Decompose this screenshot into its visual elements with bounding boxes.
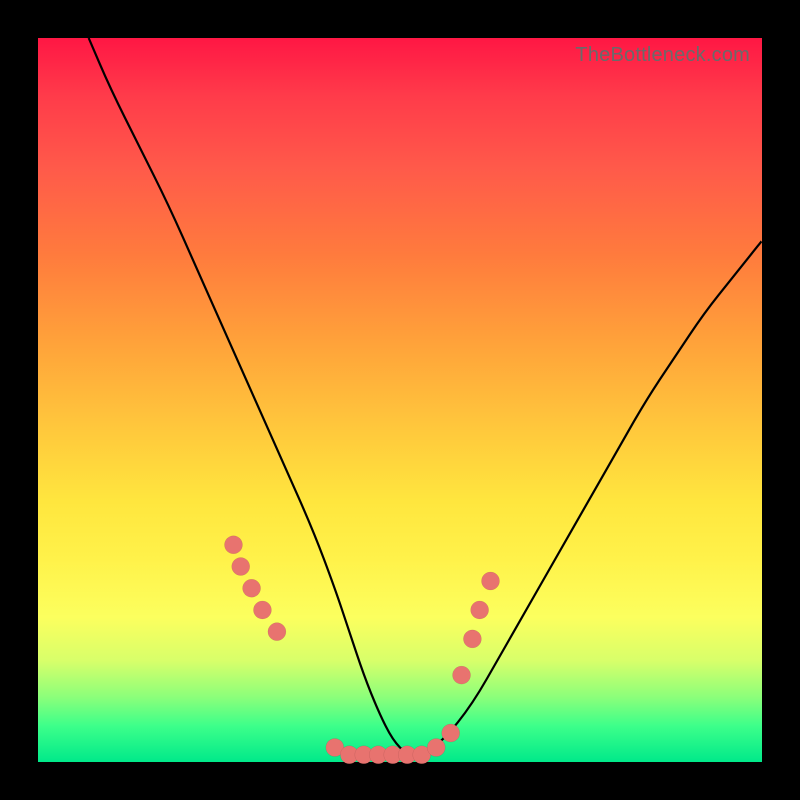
- highlight-marker: [442, 724, 460, 742]
- highlight-marker: [243, 579, 261, 597]
- highlight-marker: [471, 601, 489, 619]
- chart-frame: TheBottleneck.com: [0, 0, 800, 800]
- highlight-marker: [427, 739, 445, 757]
- highlight-marker: [232, 558, 250, 576]
- plot-area: TheBottleneck.com: [38, 38, 762, 762]
- bottleneck-curve: [89, 38, 762, 755]
- highlight-marker: [268, 623, 286, 641]
- highlight-marker: [482, 572, 500, 590]
- curve-svg: [38, 38, 762, 762]
- highlight-marker: [463, 630, 481, 648]
- highlight-marker: [224, 536, 242, 554]
- highlight-markers-group: [224, 536, 499, 764]
- highlight-marker: [453, 666, 471, 684]
- highlight-marker: [253, 601, 271, 619]
